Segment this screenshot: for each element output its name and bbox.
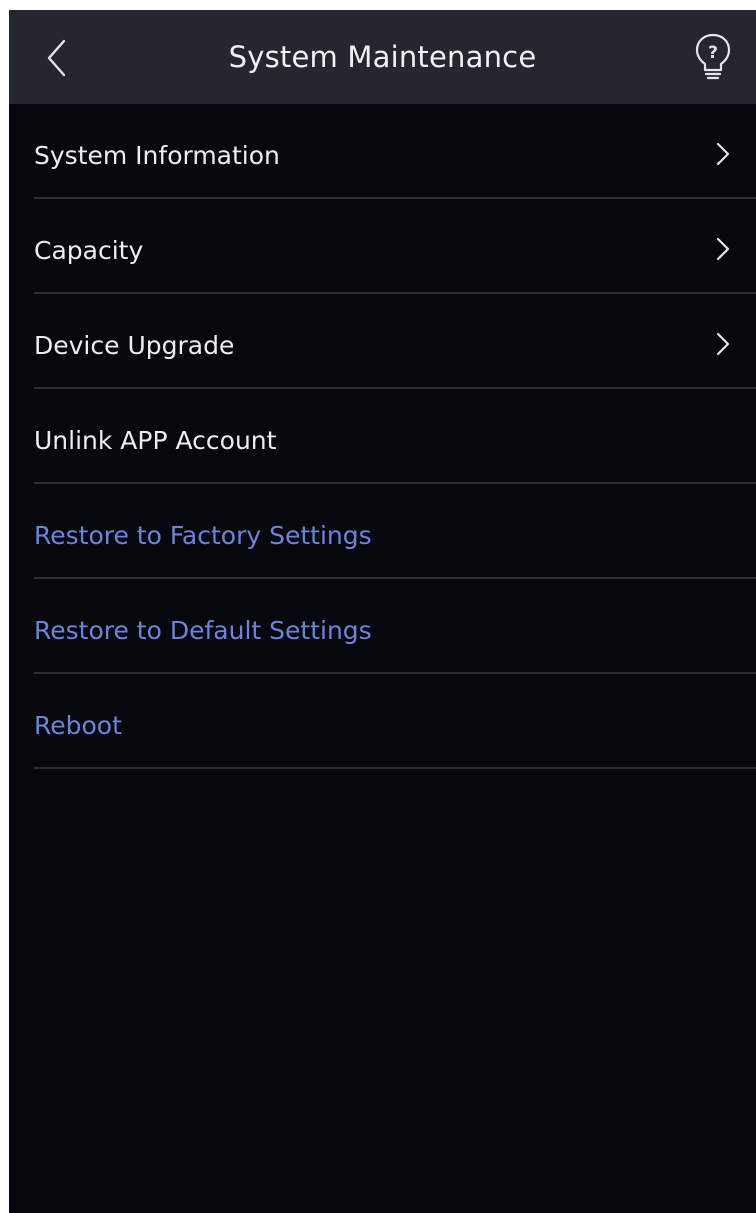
menu-item-label: System Information: [34, 141, 280, 170]
menu-item-reboot[interactable]: Reboot: [9, 674, 756, 769]
header-bar: System Maintenance ?: [9, 10, 756, 104]
question-bulb-icon: ?: [695, 33, 731, 80]
menu-item-system-information[interactable]: System Information: [9, 104, 756, 199]
svg-text:?: ?: [708, 43, 718, 63]
menu-item-label: Reboot: [34, 711, 122, 740]
menu-item-label: Restore to Factory Settings: [34, 521, 372, 550]
menu-item-label: Restore to Default Settings: [34, 616, 372, 645]
chevron-right-icon: [716, 237, 730, 261]
help-button[interactable]: ?: [691, 28, 735, 86]
chevron-right-icon: [716, 332, 730, 356]
menu-item-restore-factory-settings[interactable]: Restore to Factory Settings: [9, 484, 756, 579]
menu-item-unlink-app-account[interactable]: Unlink APP Account: [9, 389, 756, 484]
menu-item-label: Capacity: [34, 236, 144, 265]
menu-item-label: Device Upgrade: [34, 331, 235, 360]
menu-item-device-upgrade[interactable]: Device Upgrade: [9, 294, 756, 389]
divider: [34, 767, 756, 769]
menu-item-restore-default-settings[interactable]: Restore to Default Settings: [9, 579, 756, 674]
page-title: System Maintenance: [228, 40, 537, 74]
menu-item-capacity[interactable]: Capacity: [9, 199, 756, 294]
screen: System Maintenance ? System Information …: [9, 10, 756, 1213]
chevron-right-icon: [716, 142, 730, 166]
menu-item-label: Unlink APP Account: [34, 426, 277, 455]
